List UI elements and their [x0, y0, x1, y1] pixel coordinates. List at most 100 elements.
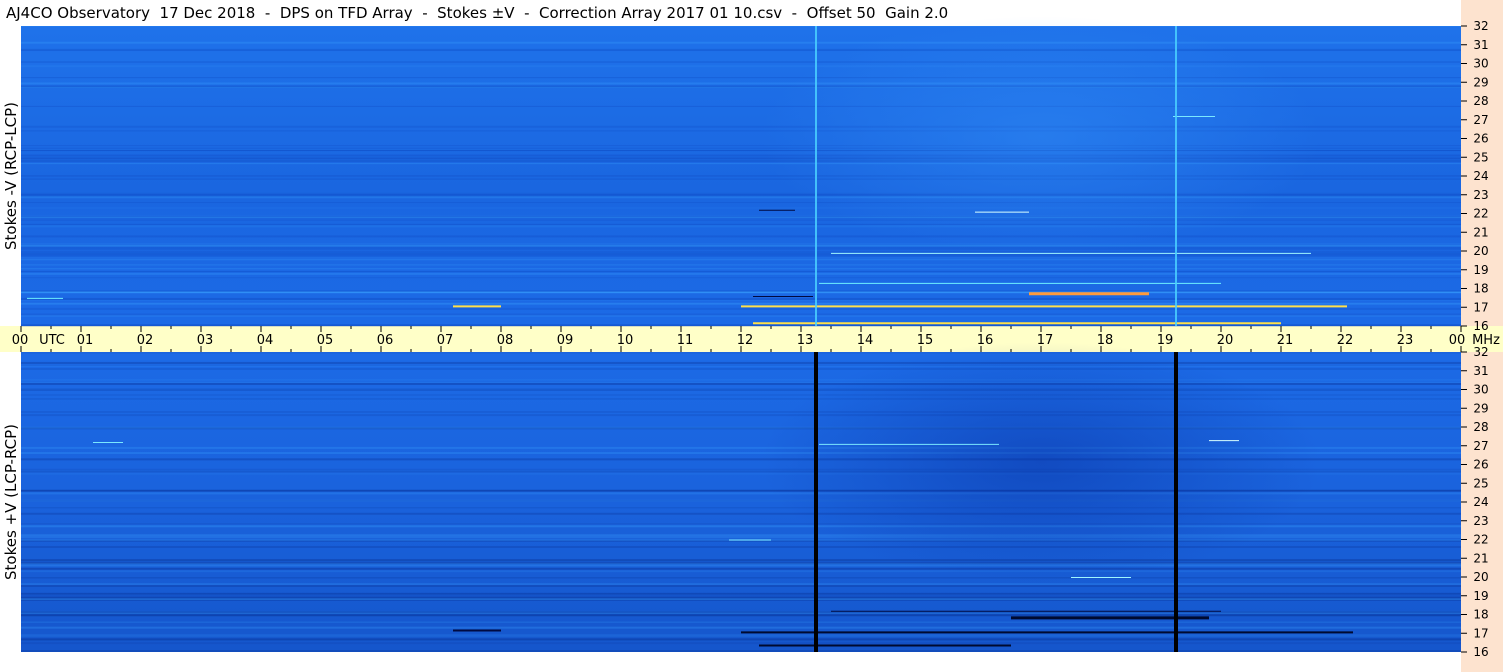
- texture-streak: [21, 248, 1461, 251]
- emission-streak: [759, 209, 795, 211]
- time-axis-label: 07: [437, 333, 454, 348]
- emission-streak: [831, 252, 1311, 254]
- texture-streak: [21, 272, 1461, 275]
- time-axis-label: MHz: [1472, 333, 1500, 348]
- texture-streak: [21, 642, 1461, 645]
- texture-streak: [21, 361, 1461, 364]
- time-axis-label: 23: [1397, 333, 1414, 348]
- texture-streak: [21, 271, 1461, 273]
- texture-streak: [21, 302, 1461, 305]
- texture-streak: [21, 26, 1461, 28]
- time-axis-label: 22: [1337, 333, 1354, 348]
- texture-streak: [21, 352, 1461, 354]
- frequency-tick-label: 19: [1473, 263, 1488, 277]
- emission-streak: [93, 442, 123, 443]
- spectrogram-chart: 3231302928272625242322212019181716323130…: [12, 16, 1500, 659]
- time-axis-label: 04: [257, 333, 274, 348]
- texture-streak: [21, 621, 1461, 623]
- time-axis-label: 14: [857, 333, 874, 348]
- texture-streak: [21, 570, 1461, 573]
- frequency-tick-label: 29: [1473, 75, 1488, 89]
- texture-streak: [21, 290, 1461, 292]
- frequency-tick-label: 18: [1473, 282, 1488, 296]
- emission-streak: [753, 322, 1281, 325]
- frequency-tick-label: 23: [1473, 514, 1488, 528]
- frequency-tick-label: 27: [1473, 439, 1488, 453]
- texture-streak: [21, 368, 1461, 370]
- texture-streak: [21, 251, 1461, 253]
- texture-streak: [21, 235, 1461, 238]
- texture-streak: [21, 41, 1461, 44]
- texture-streak: [21, 584, 1461, 587]
- emission-streak: [1209, 440, 1239, 442]
- texture-streak: [21, 611, 1461, 613]
- texture-streak: [21, 636, 1461, 638]
- texture-streak: [21, 264, 1461, 266]
- time-axis-label: 19: [1157, 333, 1174, 348]
- frequency-tick-label: 31: [1473, 38, 1488, 52]
- time-axis-label: 03: [197, 333, 214, 348]
- frequency-tick-label: 21: [1473, 551, 1488, 565]
- texture-streak: [21, 246, 1461, 249]
- texture-streak: [21, 225, 1461, 228]
- frequency-tick-label: 17: [1473, 300, 1488, 314]
- time-axis-label: 18: [1097, 333, 1114, 348]
- time-axis-label: 05: [317, 333, 334, 348]
- time-axis-label: 06: [377, 333, 394, 348]
- frequency-tick-label: 23: [1473, 188, 1488, 202]
- texture-streak: [21, 577, 1461, 579]
- emission-streak: [741, 305, 1347, 308]
- time-axis-label: 00: [12, 333, 29, 348]
- frequency-tick-label: 31: [1473, 364, 1488, 378]
- emission-streak: [819, 443, 999, 445]
- frequency-tick-label: 24: [1473, 169, 1488, 183]
- texture-streak: [21, 615, 1461, 617]
- frequency-tick-label: 30: [1473, 57, 1488, 71]
- frequency-tick-label: 24: [1473, 495, 1488, 509]
- emission-streak: [1011, 616, 1209, 620]
- frequency-tick-label: 29: [1473, 401, 1488, 415]
- activity-shade: [761, 16, 1321, 256]
- frequency-tick-label: 19: [1473, 589, 1488, 603]
- texture-streak: [21, 50, 1461, 52]
- frequency-tick-label: 17: [1473, 626, 1488, 640]
- time-axis-label: 20: [1217, 333, 1234, 348]
- time-axis-label: 12: [737, 333, 754, 348]
- texture-streak: [21, 292, 1461, 294]
- texture-streak: [21, 596, 1461, 599]
- emission-streak: [1029, 292, 1149, 296]
- frequency-tick-label: 27: [1473, 113, 1488, 127]
- texture-streak: [21, 634, 1461, 637]
- texture-streak: [21, 244, 1461, 247]
- frequency-tick-label: 16: [1473, 319, 1488, 333]
- frequency-tick-label: 21: [1473, 225, 1488, 239]
- vertical-interference-line: [1175, 26, 1177, 326]
- texture-streak: [21, 650, 1461, 653]
- time-axis-label: 13: [797, 333, 814, 348]
- time-axis-label: 16: [977, 333, 994, 348]
- texture-streak: [21, 268, 1461, 270]
- texture-streak: [21, 564, 1461, 567]
- texture-streak: [21, 559, 1461, 562]
- texture-streak: [21, 254, 1461, 256]
- emission-streak: [453, 305, 501, 308]
- texture-streak: [21, 257, 1461, 259]
- texture-streak: [21, 364, 1461, 366]
- time-axis-label: 01: [77, 333, 94, 348]
- emission-streak: [753, 296, 813, 297]
- time-axis-label: 11: [677, 333, 694, 348]
- vertical-interference-line: [814, 352, 818, 652]
- frequency-tick-label: 20: [1473, 570, 1488, 584]
- emission-streak: [729, 539, 771, 541]
- texture-streak: [21, 255, 1461, 257]
- frequency-tick-label: 25: [1473, 150, 1488, 164]
- emission-streak: [453, 629, 501, 632]
- time-axis-label: 10: [617, 333, 634, 348]
- emission-streak: [975, 211, 1029, 213]
- time-axis-label: 15: [917, 333, 934, 348]
- emission-streak: [831, 610, 1221, 612]
- frequency-tick-label: 25: [1473, 476, 1488, 490]
- frequency-tick-label: 20: [1473, 244, 1488, 258]
- activity-shade: [761, 342, 1321, 582]
- time-axis-label: 00: [1449, 333, 1466, 348]
